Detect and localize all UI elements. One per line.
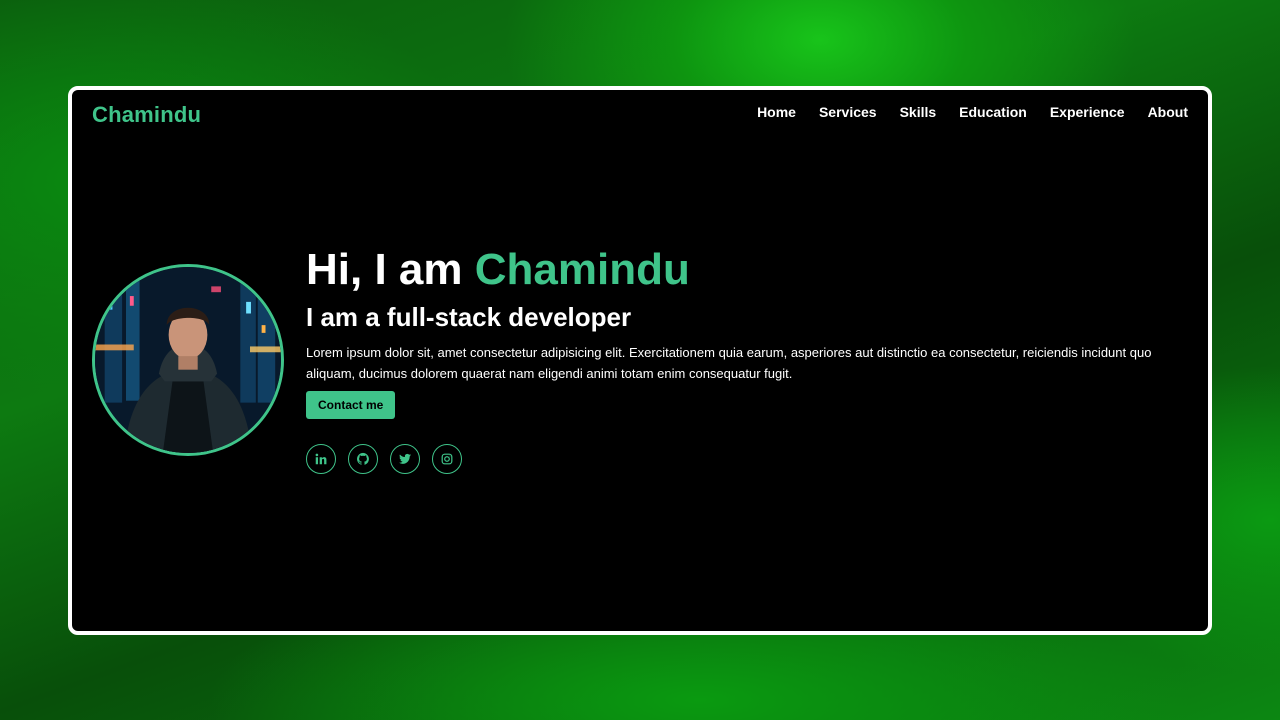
profile-photo [95,267,281,453]
portfolio-window: Chamindu Home Services Skills Education … [68,86,1212,635]
social-links [306,444,1196,474]
hero-greeting: Hi, I am [306,245,475,294]
contact-button[interactable]: Contact me [306,391,396,419]
navbar: Chamindu Home Services Skills Education … [72,90,1208,138]
nav-links: Home Services Skills Education Experienc… [757,104,1188,120]
hero-name: Chamindu [474,245,690,294]
hero-description: Lorem ipsum dolor sit, amet consectetur … [306,345,1152,381]
nav-item-about[interactable]: About [1148,104,1188,120]
hero-subtitle: I am a full-stack developer [306,302,632,332]
nav-item-experience[interactable]: Experience [1050,104,1125,120]
logo[interactable]: Chamindu [92,102,201,128]
nav-item-home[interactable]: Home [757,104,796,120]
instagram-icon[interactable] [432,444,462,474]
nav-item-education[interactable]: Education [959,104,1027,120]
linkedin-icon[interactable] [306,444,336,474]
nav-item-skills[interactable]: Skills [900,104,937,120]
hero-section: Hi, I am Chamindu I am a full-stack deve… [306,242,1196,474]
twitter-icon[interactable] [390,444,420,474]
nav-item-services[interactable]: Services [819,104,877,120]
github-icon[interactable] [348,444,378,474]
hero-title: Hi, I am Chamindu [306,242,1196,298]
avatar [92,264,284,456]
